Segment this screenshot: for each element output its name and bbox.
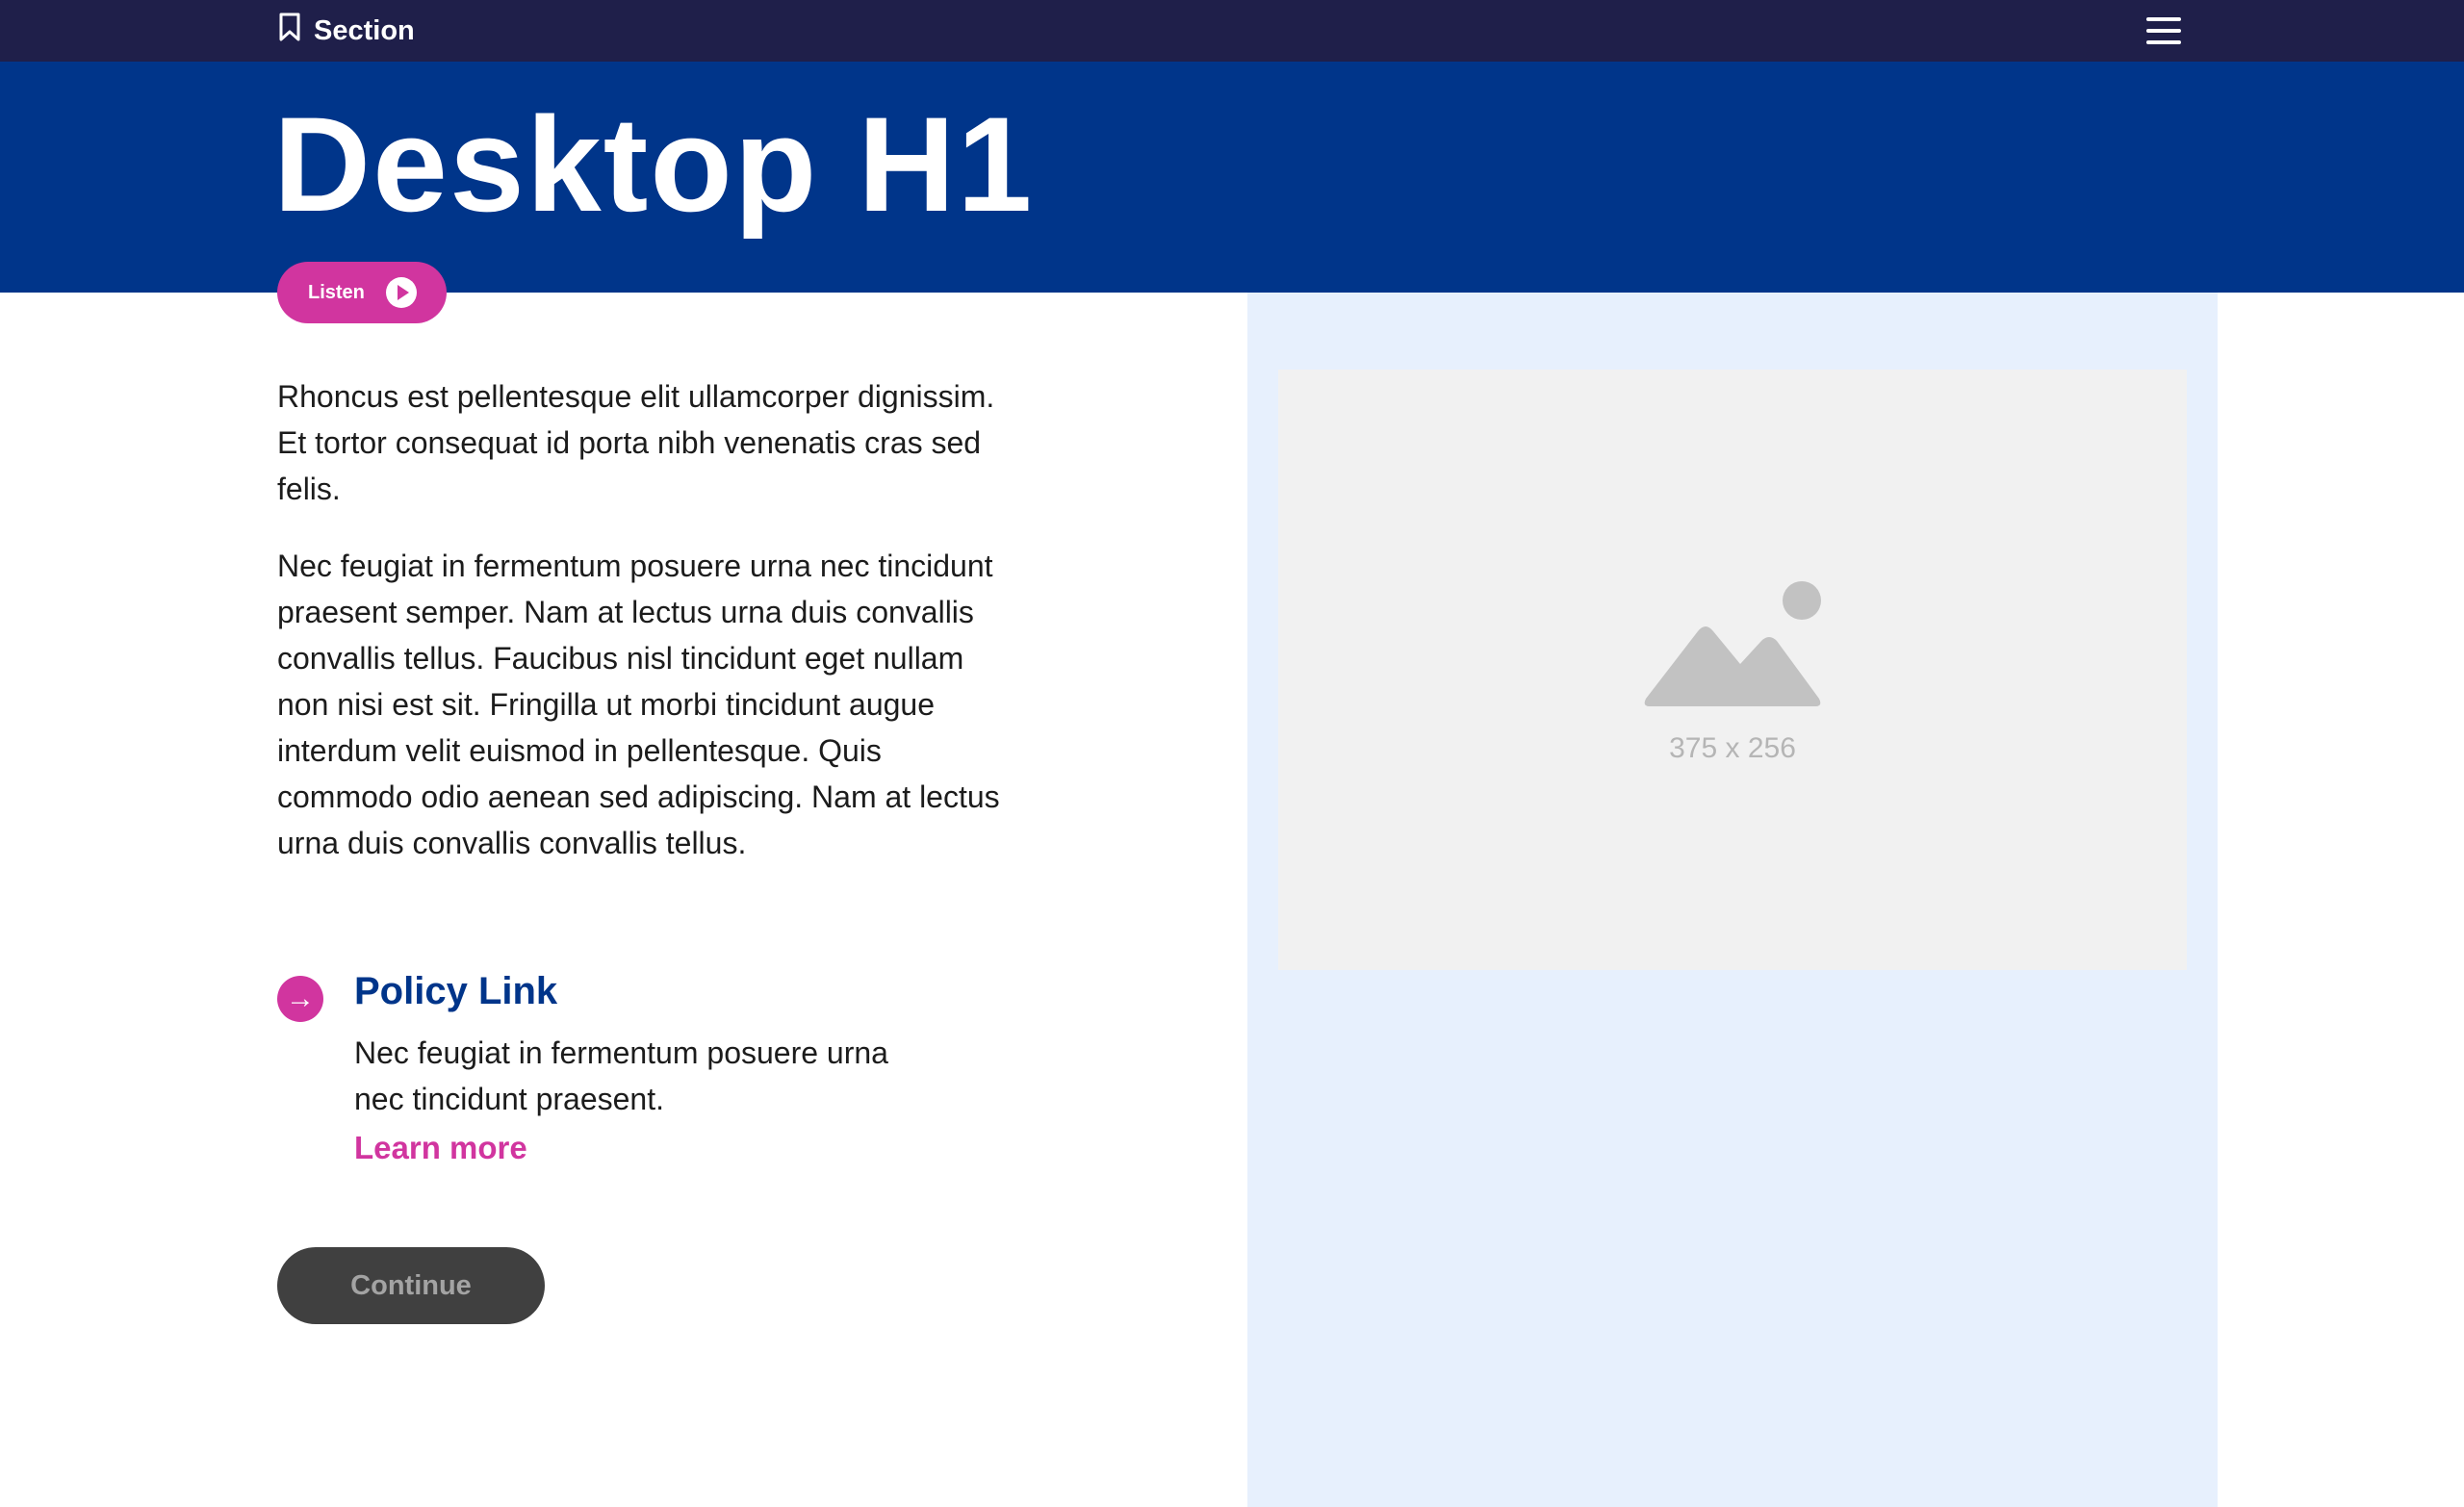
continue-button[interactable]: Continue: [277, 1247, 545, 1324]
image-placeholder: 375 x 256: [1278, 370, 2187, 970]
page-title: Desktop H1: [273, 89, 1035, 240]
hero-banner: Desktop H1: [0, 62, 2464, 293]
play-icon: [385, 277, 417, 308]
learn-more-link[interactable]: Learn more: [354, 1130, 527, 1166]
image-placeholder-icon: [1636, 575, 1829, 715]
bookmark-icon: [277, 12, 302, 50]
intro-paragraph: Rhoncus est pellentesque elit ullamcorpe…: [277, 379, 995, 506]
policy-link-title[interactable]: Policy Link: [354, 970, 557, 1013]
image-dimensions-label: 375 x 256: [1669, 731, 1796, 764]
section-label: Section: [314, 14, 415, 46]
section-link[interactable]: Section: [277, 0, 415, 62]
listen-label: Listen: [308, 281, 365, 303]
hamburger-menu-icon[interactable]: [2146, 13, 2181, 48]
body-paragraph: Nec feugiat in fermentum posuere urna ne…: [277, 549, 1000, 860]
policy-link-description: Nec feugiat in fermentum posuere urna ne…: [354, 1035, 888, 1116]
listen-button[interactable]: Listen: [277, 262, 447, 323]
main-content: Rhoncus est pellentesque elit ullamcorpe…: [277, 373, 1009, 897]
arrow-right-icon[interactable]: →: [277, 976, 323, 1022]
top-bar: Section: [0, 0, 2464, 62]
side-panel: 375 x 256: [1247, 293, 2218, 1507]
